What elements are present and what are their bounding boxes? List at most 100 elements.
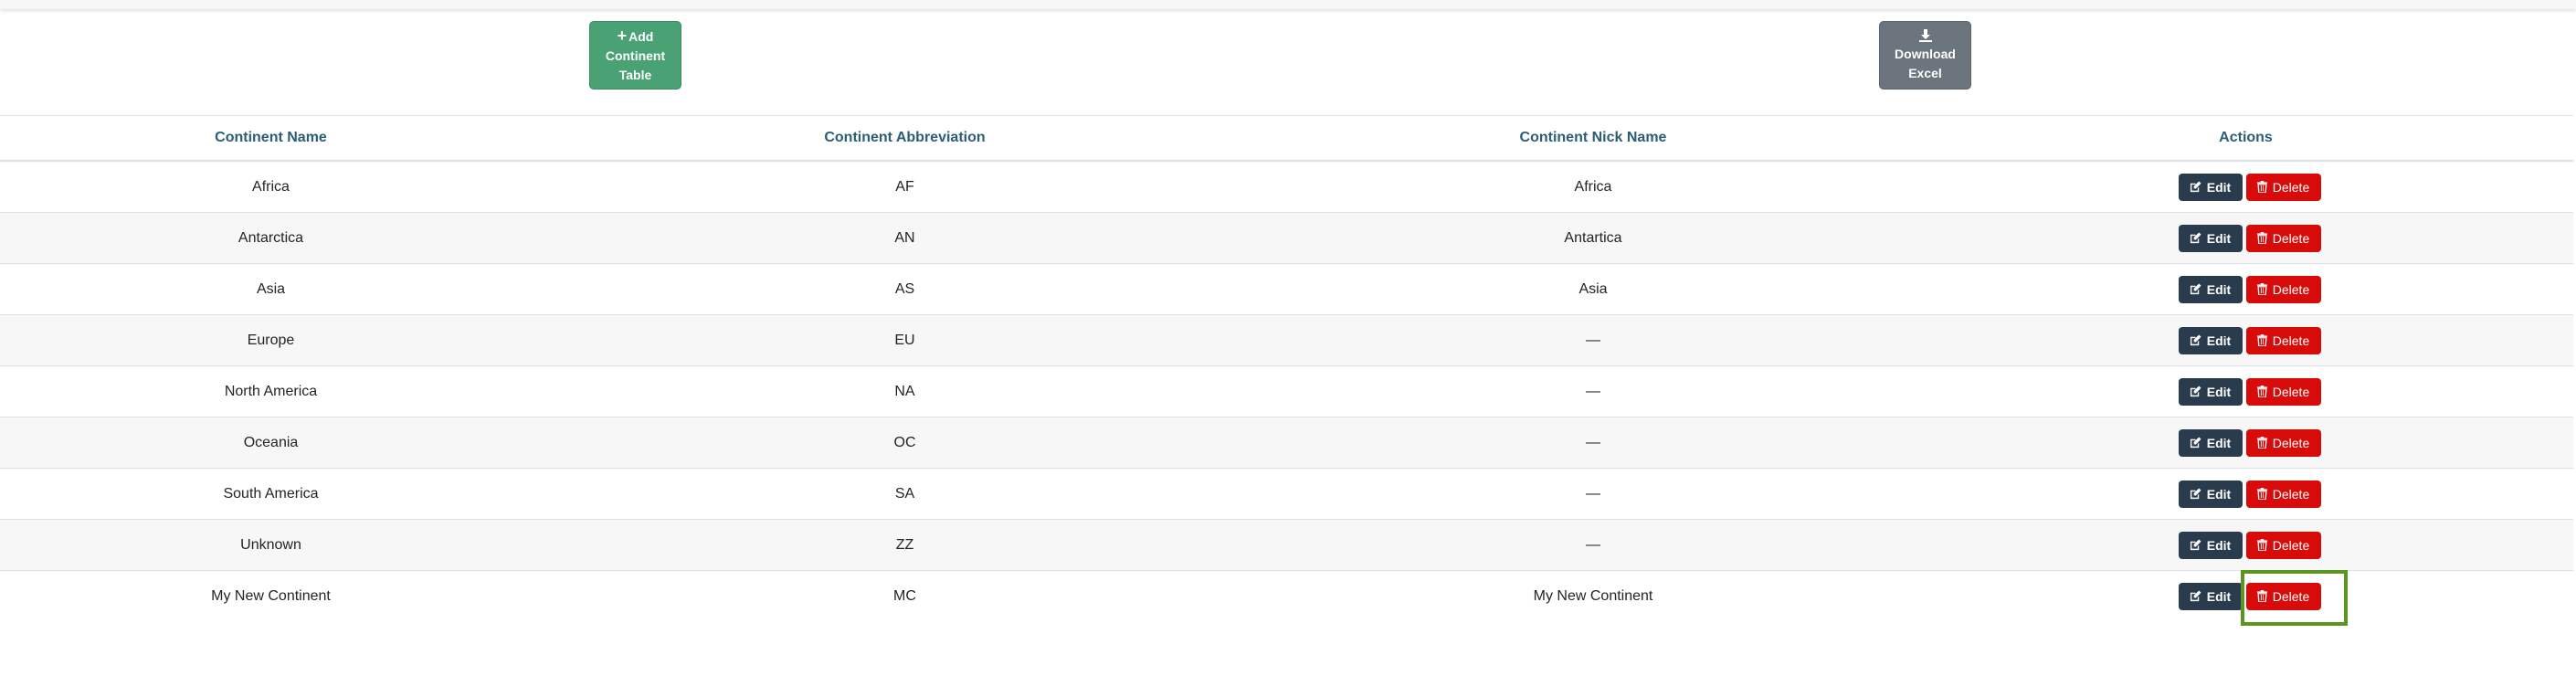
edit-button[interactable]: Edit xyxy=(2178,173,2243,201)
row-actions: Edit Delete xyxy=(2178,173,2321,201)
cell-continent-nick-name: My New Continent xyxy=(1533,587,1653,604)
edit-icon xyxy=(2190,283,2201,295)
cell-continent-abbreviation: AF xyxy=(542,161,1268,213)
table-row: Antarctica AN Antartica Edit Delete xyxy=(0,212,2573,264)
cell-continent-abbreviation: AS xyxy=(542,263,1268,315)
delete-label: Delete xyxy=(2272,179,2310,195)
edit-button[interactable]: Edit xyxy=(2178,582,2243,610)
cell-actions: Edit Delete xyxy=(1918,161,2573,213)
cell-continent-nick-name: — xyxy=(1268,314,1918,366)
cell-continent-abbreviation: EU xyxy=(542,314,1268,366)
edit-icon xyxy=(2190,334,2201,346)
trash-icon xyxy=(2256,181,2267,193)
delete-label: Delete xyxy=(2272,435,2310,450)
cell-continent-name: South America xyxy=(0,468,542,520)
table-row: Oceania OC — Edit Delete xyxy=(0,417,2573,469)
cell-continent-nick-name: Antartica xyxy=(1268,212,1918,264)
table-header-row: Continent Name Continent Abbreviation Co… xyxy=(0,116,2573,162)
cell-continent-nick-name: — xyxy=(1268,417,1918,469)
download-button-label-line2: Excel xyxy=(1908,66,1942,80)
trash-icon xyxy=(2256,590,2267,602)
cell-continent-nick-name: — xyxy=(1268,468,1918,520)
cell-actions: Edit Delete xyxy=(1918,417,2573,469)
edit-icon xyxy=(2190,590,2201,602)
trash-icon xyxy=(2256,539,2267,551)
trash-icon xyxy=(2256,232,2267,244)
cell-actions: Edit Delete xyxy=(1918,314,2573,366)
delete-button[interactable]: Delete xyxy=(2245,428,2321,457)
delete-button[interactable]: Delete xyxy=(2245,224,2321,252)
edit-icon xyxy=(2190,488,2201,500)
download-button-label-line1: Download xyxy=(1895,47,1956,61)
cell-continent-abbreviation: SA xyxy=(542,468,1268,520)
delete-label: Delete xyxy=(2272,588,2310,604)
cell-continent-nick-name: Africa xyxy=(1268,161,1918,213)
row-actions: Edit Delete xyxy=(2178,377,2321,406)
cell-continent-name: North America xyxy=(0,365,542,417)
edit-label: Edit xyxy=(2206,281,2232,297)
download-icon xyxy=(1880,27,1970,44)
edit-label: Edit xyxy=(2206,435,2232,450)
cell-continent-name: Oceania xyxy=(0,417,542,469)
cell-continent-abbreviation: OC xyxy=(542,417,1268,469)
row-actions: Edit Delete xyxy=(2178,582,2321,610)
trash-icon xyxy=(2256,283,2267,295)
cell-continent-name: Europe xyxy=(0,314,542,366)
edit-button[interactable]: Edit xyxy=(2178,326,2243,354)
table-row: Africa AF Africa Edit Delete xyxy=(0,161,2573,213)
table-row: North America NA — Edit Delete xyxy=(0,365,2573,417)
cell-actions: Edit Delete xyxy=(1918,519,2573,571)
delete-button[interactable]: Delete xyxy=(2245,275,2321,303)
plus-icon: + xyxy=(617,26,628,45)
edit-label: Edit xyxy=(2206,537,2232,553)
table-row: Europe EU — Edit Delete xyxy=(0,314,2573,366)
edit-button[interactable]: Edit xyxy=(2178,480,2243,508)
delete-button[interactable]: Delete xyxy=(2245,480,2321,508)
edit-label: Edit xyxy=(2206,486,2232,502)
column-header-continent-name[interactable]: Continent Name xyxy=(0,116,542,162)
delete-button[interactable]: Delete xyxy=(2245,173,2321,201)
cell-continent-name: My New Continent xyxy=(211,587,331,604)
delete-button[interactable]: Delete xyxy=(2245,326,2321,354)
delete-button[interactable]: Delete xyxy=(2245,582,2321,610)
trash-icon xyxy=(2256,437,2267,449)
cell-continent-name: Unknown xyxy=(0,519,542,571)
edit-label: Edit xyxy=(2206,179,2232,195)
cell-actions: Edit Delete xyxy=(1918,571,2573,622)
cell-actions: Edit Delete xyxy=(1918,365,2573,417)
cell-continent-nick-name: Asia xyxy=(1268,263,1918,315)
edit-label: Edit xyxy=(2206,333,2232,348)
trash-icon xyxy=(2256,334,2267,346)
edit-icon xyxy=(2190,437,2201,449)
cell-continent-abbreviation: NA xyxy=(542,365,1268,417)
table-row: My New Continent MC My New Continent Edit De… xyxy=(0,571,2573,622)
edit-button[interactable]: Edit xyxy=(2178,275,2243,303)
delete-button[interactable]: Delete xyxy=(2245,531,2321,559)
column-header-continent-nick-name[interactable]: Continent Nick Name xyxy=(1268,116,1918,162)
column-header-continent-abbreviation[interactable]: Continent Abbreviation xyxy=(542,116,1268,162)
edit-button[interactable]: Edit xyxy=(2178,428,2243,457)
edit-button[interactable]: Edit xyxy=(2178,377,2243,406)
delete-label: Delete xyxy=(2272,537,2310,553)
table-row: Unknown ZZ — Edit Delete xyxy=(0,519,2573,571)
add-button-label-line2: Continent xyxy=(605,48,666,63)
trash-icon xyxy=(2256,386,2267,397)
delete-label: Delete xyxy=(2272,333,2310,348)
cell-continent-abbreviation: MC xyxy=(893,587,916,604)
row-actions: Edit Delete xyxy=(2178,480,2321,508)
row-actions: Edit Delete xyxy=(2178,224,2321,252)
delete-label: Delete xyxy=(2272,486,2310,502)
cell-continent-abbreviation: ZZ xyxy=(542,519,1268,571)
edit-label: Edit xyxy=(2206,588,2232,604)
edit-button[interactable]: Edit xyxy=(2178,531,2243,559)
row-actions: Edit Delete xyxy=(2178,531,2321,559)
cell-continent-nick-name: — xyxy=(1268,519,1918,571)
delete-button[interactable]: Delete xyxy=(2245,377,2321,406)
add-button-label-line1: Add xyxy=(628,29,654,44)
edit-label: Edit xyxy=(2206,384,2232,399)
download-excel-button[interactable]: Download Excel xyxy=(1879,21,1971,90)
cell-continent-name: Africa xyxy=(0,161,542,213)
cell-continent-abbreviation: AN xyxy=(542,212,1268,264)
edit-button[interactable]: Edit xyxy=(2178,224,2243,252)
add-continent-table-button[interactable]: + Add Continent Table xyxy=(589,21,681,90)
